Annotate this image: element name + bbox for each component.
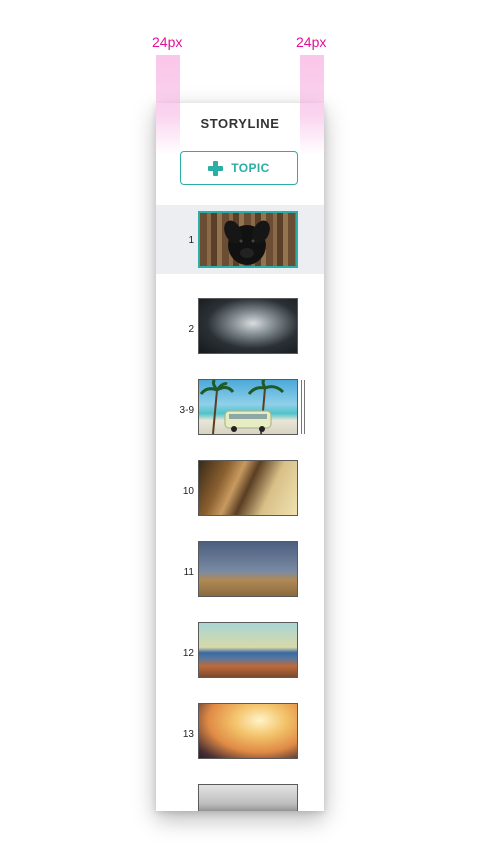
left-padding-label: 24px [152,34,183,50]
slide-number: 12 [182,648,194,659]
slide-row-14[interactable]: 14 [156,772,324,811]
slide-row-2[interactable]: 2 [156,286,324,367]
add-topic-button[interactable]: TOPIC [180,151,298,185]
slide-number: 10 [182,486,194,497]
slide-row-11[interactable]: 11 [156,529,324,610]
beach-van-image [199,380,297,434]
plus-icon [208,160,224,176]
hills-image [199,542,297,596]
slide-number: 1 [188,235,194,246]
slide-list: 1 2 3-9 10 11 12 13 [156,205,324,811]
slide-row-10[interactable]: 10 [156,448,324,529]
sunset-image [199,704,297,758]
right-padding-label: 24px [296,34,327,50]
slide-thumbnail[interactable] [198,211,298,268]
slide-row-1[interactable]: 1 [156,205,324,274]
canvas: 24px 24px STORYLINE TOPIC 1 2 3-9 10 11 … [0,0,486,865]
slide-number: 2 [188,324,194,335]
slide-thumbnail[interactable] [198,541,298,597]
slide-number: 13 [182,729,194,740]
slide-thumbnail[interactable] [198,784,298,811]
slide-thumbnail[interactable] [198,622,298,678]
storyline-panel: STORYLINE TOPIC 1 2 3-9 10 11 12 13 [156,103,324,811]
slide-row-12[interactable]: 12 [156,610,324,691]
add-topic-label: TOPIC [231,161,270,175]
panel-title: STORYLINE [200,116,280,131]
slide-row-13[interactable]: 13 [156,691,324,772]
lake-image [199,623,297,677]
slide-thumbnail[interactable] [198,298,298,354]
dog-image [200,213,296,266]
coast-image [199,785,297,811]
slide-number: 3-9 [179,405,194,416]
stacked-slides-edge [304,380,307,434]
slide-number: 11 [183,567,194,578]
boardwalk-image [199,461,297,515]
slide-number: 14 [156,810,194,811]
slide-row-3-9[interactable]: 3-9 [156,367,324,448]
slide-thumbnail[interactable] [198,703,298,759]
slide-thumbnail[interactable] [198,379,298,435]
slide-thumbnail[interactable] [198,460,298,516]
tunnel-image [199,299,297,353]
